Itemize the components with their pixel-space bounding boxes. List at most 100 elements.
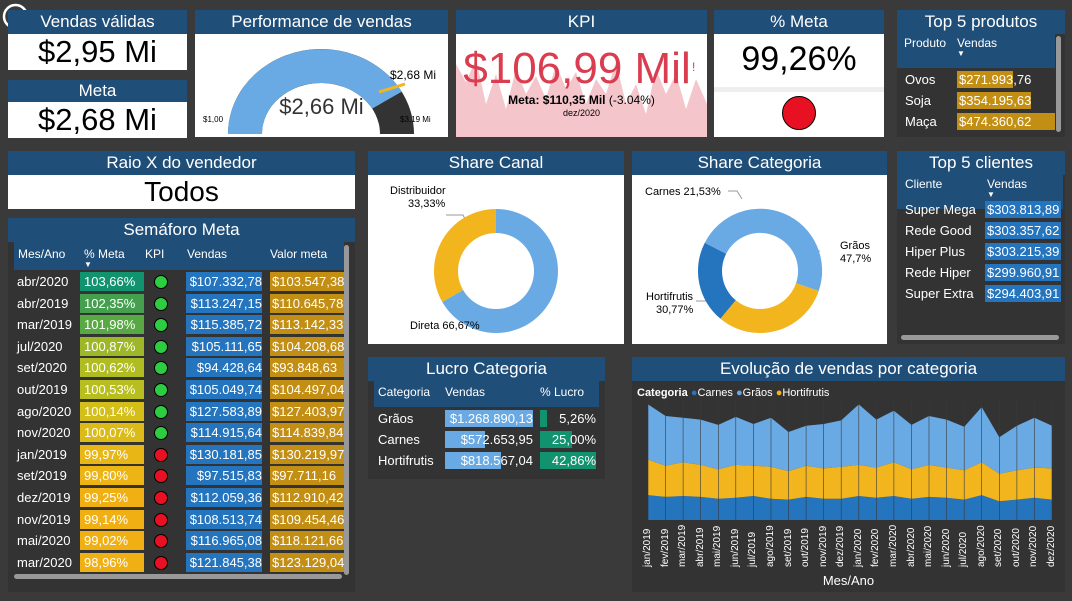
meta-card-title: Meta — [8, 80, 187, 102]
list-item[interactable]: Hiper Plus $303.215,39 — [897, 241, 1063, 262]
horizontal-scrollbar[interactable] — [14, 574, 342, 579]
table-row[interactable]: Hortifrutis $818.567,04 42,86% — [374, 450, 599, 471]
sort-desc-icon: ▼ — [957, 49, 965, 58]
pct-cell: 101,98% — [80, 315, 144, 335]
kpi-status-dot — [154, 447, 168, 462]
vertical-scrollbar[interactable] — [344, 245, 349, 575]
vendas-cell: $127.583,89 — [186, 401, 262, 421]
semaforo-rows: abr/2020 103,66% $107.332,78 $103.547,38 abr… — [14, 271, 344, 574]
slice-hortifrutis[interactable] — [720, 283, 819, 334]
mes-cell: mar/2020 — [17, 554, 72, 570]
cliente-name: Hiper Plus — [905, 244, 965, 259]
table-row[interactable]: abr/2019 102,35% $113.247,15 $110.645,78 — [14, 293, 344, 315]
x-tick-label: nov/2020 — [1028, 525, 1040, 567]
cliente-name: Super Extra — [905, 286, 974, 301]
label-graos-pct: 47,7% — [840, 253, 872, 265]
vertical-scrollbar[interactable] — [1056, 36, 1061, 132]
table-row[interactable]: mar/2019 101,98% $115.385,72 $113.142,33 — [14, 314, 344, 336]
table-row[interactable]: set/2020 100,62% $94.428,64 $93.848,63 — [14, 357, 344, 379]
table-row[interactable]: out/2019 100,53% $105.049,74 $104.497,04 — [14, 379, 344, 401]
list-item[interactable]: Rede Good $303.357,62 — [897, 220, 1063, 241]
vendedor-slicer[interactable]: Todos — [8, 175, 355, 209]
area-series-carnes[interactable] — [648, 495, 1052, 520]
col-mesano[interactable]: Mes/Ano — [18, 247, 65, 261]
mes-cell: abr/2019 — [17, 295, 69, 311]
list-item[interactable]: Super Extra $294.403,91 — [897, 283, 1063, 304]
top5-produtos-header[interactable]: Produto Vendas ▼ — [897, 34, 1055, 68]
col-produto[interactable]: Produto — [904, 36, 946, 50]
semaforo-header[interactable]: Mes/Ano % Meta ▼ KPI Vendas Valor meta — [14, 242, 344, 270]
kpi-delta: (-3.04%) — [608, 93, 655, 107]
x-tick-label: set/2019 — [782, 528, 794, 567]
lucro-cell: 25,00% — [551, 432, 596, 447]
table-row[interactable]: dez/2019 99,25% $112.059,36 $112.910,42 — [14, 487, 344, 509]
gauge-max: $3,19 Mi — [400, 115, 431, 124]
mes-cell: out/2019 — [17, 381, 68, 397]
col-lucro[interactable]: % Lucro — [540, 385, 584, 399]
col-vendas[interactable]: Vendas — [187, 247, 227, 261]
col-vendas[interactable]: Vendas — [957, 36, 997, 50]
col-vendas[interactable]: Vendas — [987, 177, 1027, 191]
lucro-header[interactable]: Categoria Vendas % Lucro — [374, 381, 599, 407]
list-item[interactable]: Ovos $271.993,76 — [897, 69, 1055, 90]
area-series-gros[interactable] — [648, 404, 1052, 474]
vendas-cell: $121.845,38 — [186, 552, 262, 572]
kpi-status-dot — [154, 469, 168, 484]
pct-cell: 100,07% — [80, 423, 144, 443]
x-tick-label: jan/2019 — [642, 528, 653, 567]
table-row[interactable]: Grãos $1.268.890,13 5,26% — [374, 408, 599, 429]
table-row[interactable]: nov/2019 99,14% $108.513,74 $109.454,46 — [14, 509, 344, 531]
vendas-cell: $1.268.890,13 — [449, 411, 533, 426]
col-vendas[interactable]: Vendas — [445, 385, 485, 399]
legend-graos: Grãos — [742, 387, 773, 399]
list-item[interactable]: Maça $474.360,62 — [897, 111, 1055, 132]
table-row[interactable]: abr/2020 103,66% $107.332,78 $103.547,38 — [14, 271, 344, 293]
top5-produtos-card: Top 5 produtos Produto Vendas ▼ Ovos $271… — [897, 10, 1065, 137]
col-valor-meta[interactable]: Valor meta — [270, 247, 327, 261]
evolucao-legend: Categoria ●Carnes ●Grãos ●Hortifrutis — [637, 387, 829, 399]
table-row[interactable]: mai/2020 99,02% $116.965,08 $118.121,66 — [14, 530, 344, 552]
table-row[interactable]: jul/2020 100,87% $105.111,65 $104.208,68 — [14, 336, 344, 358]
lucro-cell: 5,26% — [559, 411, 596, 426]
legend-dot-graos: ● — [736, 387, 743, 399]
table-row[interactable]: Carnes $572.653,95 25,00% — [374, 429, 599, 450]
x-tick-label: mai/2019 — [712, 525, 724, 567]
raio-x-title: Raio X do vendedor — [8, 151, 355, 175]
col-kpi[interactable]: KPI — [145, 247, 164, 261]
mes-cell: nov/2019 — [17, 511, 71, 527]
col-cliente[interactable]: Cliente — [905, 177, 942, 191]
valor-meta-cell: $114.839,84 — [270, 423, 344, 443]
col-pct-meta[interactable]: % Meta — [84, 247, 125, 261]
table-row[interactable]: ago/2020 100,14% $127.583,89 $127.403,97 — [14, 401, 344, 423]
vendas-cell: $108.513,74 — [186, 509, 262, 529]
list-item[interactable]: Soja $354.195,63 — [897, 90, 1055, 111]
vendas-value: $303.357,62 — [987, 223, 1060, 238]
horizontal-scrollbar[interactable] — [901, 335, 1059, 340]
kpi-meta-line: Meta: $110,35 Mil (-3.04%) — [456, 93, 707, 107]
table-row[interactable]: nov/2020 100,07% $114.915,64 $114.839,84 — [14, 422, 344, 444]
pct-cell: 99,80% — [80, 466, 144, 486]
table-row[interactable]: set/2019 99,80% $97.515,83 $97.711,16 — [14, 465, 344, 487]
mes-cell: set/2020 — [17, 360, 67, 376]
slice-distribuidor[interactable] — [433, 209, 496, 302]
list-item[interactable]: Super Mega $303.813,89 — [897, 199, 1063, 220]
vendas-value: $299.960,91 — [987, 265, 1060, 280]
kpi-period: dez/2020 — [562, 108, 601, 118]
vendas-cell: $116.965,08 — [186, 531, 262, 551]
col-categoria[interactable]: Categoria — [378, 385, 430, 399]
vendas-cell: $130.181,85 — [186, 444, 262, 464]
vendas-value: $294.403,91 — [987, 286, 1060, 301]
x-tick-label: nov/2019 — [817, 525, 829, 567]
sort-desc-icon: ▼ — [987, 190, 995, 199]
legend-title: Categoria — [637, 387, 688, 399]
list-item[interactable]: Rede Hiper $299.960,91 — [897, 262, 1063, 283]
table-row[interactable]: mar/2020 98,96% $121.845,38 $123.129,04 — [14, 552, 344, 574]
meta-pct-card: % Meta 99,26% — [714, 10, 884, 137]
vendas-value: $271.993,76 — [959, 72, 1032, 87]
valor-meta-cell: $110.645,78 — [270, 293, 344, 313]
x-tick-label: jan/2020 — [852, 528, 864, 567]
table-row[interactable]: jan/2019 99,97% $130.181,85 $130.219,97 — [14, 444, 344, 466]
kpi-value: $106,99 Mil — [463, 44, 691, 93]
vendas-cell: $112.059,36 — [186, 487, 262, 507]
pct-cell: 102,35% — [80, 293, 144, 313]
